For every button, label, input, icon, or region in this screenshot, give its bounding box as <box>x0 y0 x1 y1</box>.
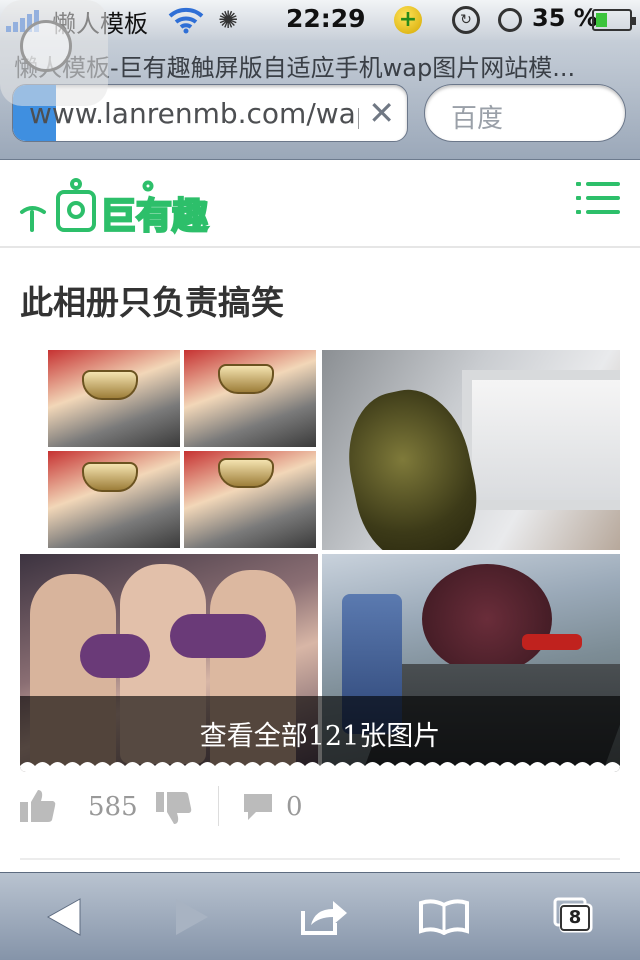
site-logo[interactable]: 巨有趣 <box>18 170 218 238</box>
alarm-icon <box>498 8 522 32</box>
album-photo-trophies[interactable] <box>20 350 318 550</box>
thumbs-down-icon[interactable] <box>156 790 192 826</box>
menu-icon[interactable] <box>576 182 620 216</box>
rotation-lock-icon: ↻ <box>452 6 480 34</box>
bookmarks-icon[interactable] <box>404 883 484 951</box>
logo-text: 巨有趣 <box>100 196 208 237</box>
scalloped-edge <box>20 762 620 772</box>
assistive-touch-button[interactable] <box>0 0 108 106</box>
album-stats: 585 0 <box>20 786 620 830</box>
search-placeholder: 百度 <box>451 104 504 134</box>
tab-count-badge[interactable]: 8 <box>560 905 590 931</box>
comment-count: 0 <box>286 792 303 822</box>
battery-icon <box>592 9 636 31</box>
wifi-icon <box>168 7 204 34</box>
battery-percent: 35 % <box>532 4 598 32</box>
view-all-label[interactable]: 查看全部121张图片 <box>20 714 620 753</box>
section-divider <box>20 858 620 860</box>
spinner-icon: ✺ <box>218 6 239 34</box>
status-time: 22:29 <box>286 4 366 33</box>
like-count: 585 <box>88 792 138 822</box>
plus-icon: + <box>394 6 422 34</box>
forward-icon[interactable] <box>152 883 232 951</box>
site-header: 巨有趣 <box>0 160 640 248</box>
comment-icon[interactable] <box>242 792 274 822</box>
album-mosaic[interactable]: 查看全部121张图片 <box>20 350 620 772</box>
album-title[interactable]: 此相册只负责搞笑 <box>20 276 284 324</box>
browser-toolbar <box>0 872 640 960</box>
back-icon[interactable] <box>24 883 104 951</box>
search-input[interactable]: 百度 <box>424 84 626 142</box>
album-photo-turtle[interactable] <box>322 350 620 550</box>
clear-icon[interactable]: ✕ <box>368 95 395 131</box>
thumbs-up-icon[interactable] <box>20 788 56 824</box>
stats-divider <box>218 786 219 826</box>
share-icon[interactable] <box>284 883 364 951</box>
